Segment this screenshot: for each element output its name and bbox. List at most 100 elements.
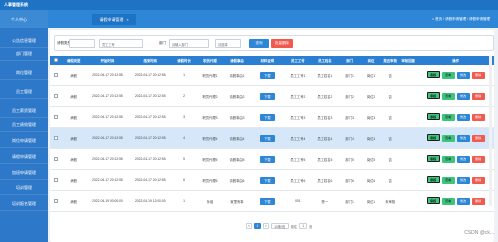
row-checkbox[interactable] (53, 156, 58, 161)
sidebar-item-post-apply[interactable]: 岗位申请管理 (0, 135, 48, 148)
sidebar-item-training[interactable]: 培训管理 (0, 182, 48, 195)
row-select-cell[interactable] (50, 85, 62, 107)
edit-button[interactable]: 修改 (456, 72, 470, 79)
view-button[interactable]: 查看 (441, 177, 455, 184)
cell-post: 岗位5 (360, 148, 382, 170)
row-select-cell[interactable] (50, 127, 62, 149)
sidebar-item-employee[interactable]: 员工管理 (0, 86, 48, 99)
select-all-checkbox[interactable] (53, 58, 58, 62)
delete-button[interactable]: 删除 (471, 156, 485, 163)
table-scrollbar[interactable] (489, 56, 492, 206)
sidebar-item-notice[interactable]: 公告信息管理 (0, 35, 48, 48)
content-panel: 请假类型 员工工号 部门 请输入部门 请选择 查询 批量删除 请假类型 开始时间… (50, 30, 494, 242)
home-icon[interactable]: ⌂ (432, 17, 434, 21)
sidebar-item-department[interactable]: 部门管理 (0, 48, 48, 61)
row-checkbox[interactable] (53, 198, 58, 203)
row-checkbox[interactable] (53, 135, 58, 140)
table-row[interactable]: 病假 2022-04-17 20:12:55 2022-04-17 20:12:55… (50, 85, 494, 107)
page-number[interactable]: 1 (253, 223, 261, 229)
view-button[interactable]: 查看 (441, 72, 455, 79)
batch-delete-button[interactable]: 批量删除 (271, 39, 293, 48)
search-button[interactable]: 查询 (249, 39, 269, 48)
sidebar-item-label: 员工绩效管理 (12, 122, 36, 127)
sidebar-item-performance[interactable]: 员工绩效管理 (0, 119, 48, 132)
emp-no-input[interactable]: 员工工号 (99, 39, 143, 48)
cell-type: 病假 (61, 85, 87, 107)
row-checkbox[interactable] (53, 177, 58, 182)
close-icon[interactable]: × (126, 17, 128, 22)
table-row[interactable]: 病假 2022-04-17 20:12:55 2022-04-17 20:12:55… (50, 65, 494, 86)
table-row[interactable]: 病假 2022-04-17 20:12:55 2022-04-17 20:12:55… (50, 106, 494, 128)
download-button[interactable]: 下载 (260, 92, 275, 100)
row-checkbox[interactable] (53, 72, 58, 77)
sidebar-head[interactable]: 个人中心 (0, 10, 48, 28)
next-page-button[interactable]: > (262, 223, 269, 229)
review-button[interactable]: 审核 (426, 92, 440, 99)
view-button[interactable]: 查看 (441, 93, 455, 100)
view-button[interactable]: 查看 (441, 135, 455, 142)
sidebar-item-label: 请假申请管理 (12, 154, 36, 159)
download-button[interactable]: 下载 (260, 113, 275, 121)
page-size-select[interactable]: 10条/页 (270, 223, 289, 229)
review-button[interactable]: 审核 (426, 113, 440, 120)
review-button[interactable]: 审核 (426, 71, 440, 78)
row-checkbox[interactable] (53, 93, 58, 98)
sidebar-item-post[interactable]: 岗位管理 (0, 67, 48, 80)
view-button[interactable]: 查看 (441, 114, 455, 121)
cell-emp-name: 员工姓名1 (311, 65, 339, 86)
delete-button[interactable]: 删除 (471, 177, 485, 184)
row-select-cell[interactable] (50, 106, 62, 128)
cell-audit: 否 (381, 65, 400, 86)
sidebar-item-overtime[interactable]: 加班申请管理 (0, 167, 48, 180)
goto-page-input[interactable]: 1 (299, 223, 308, 229)
cell-actions: 审核 查看 修改 删除 (417, 65, 494, 86)
review-button[interactable]: 审核 (426, 176, 440, 183)
download-button[interactable]: 下载 (260, 155, 275, 163)
review-button[interactable]: 审核 (426, 134, 440, 141)
delete-button[interactable]: 删除 (471, 198, 485, 205)
delete-button[interactable]: 删除 (471, 93, 485, 100)
prev-page-button[interactable]: < (246, 223, 252, 229)
review-button[interactable]: 审核 (426, 197, 440, 204)
table-row[interactable]: 病假 2022-04-19 00:00:00 2022-04-19 12:00:00… (50, 190, 494, 212)
download-button[interactable]: 下载 (260, 134, 275, 142)
dept-input[interactable]: 请输入部门 (169, 39, 209, 48)
cell-end: 2022-04-17 20:12:55 (128, 106, 172, 128)
table-row[interactable]: 病假 2022-04-17 20:12:55 2022-04-17 20:12:55… (50, 148, 494, 170)
row-select-cell[interactable] (50, 65, 62, 86)
col-header: 请假事由 (223, 56, 251, 65)
view-button[interactable]: 查看 (441, 198, 455, 205)
edit-button[interactable]: 修改 (456, 93, 470, 100)
sidebar-item-label: 岗位申请管理 (12, 138, 36, 143)
cell-hours: 4 (171, 127, 197, 149)
table-row[interactable]: 病假 2022-04-17 20:12:55 2022-04-17 20:12:55… (50, 169, 494, 191)
row-select-cell[interactable] (50, 190, 62, 212)
edit-button[interactable]: 修改 (456, 177, 470, 184)
row-select-cell[interactable] (50, 169, 62, 191)
edit-button[interactable]: 修改 (456, 114, 470, 121)
download-button[interactable]: 下载 (260, 197, 275, 205)
edit-button[interactable]: 修改 (456, 156, 470, 163)
row-select-cell[interactable] (50, 148, 62, 170)
edit-button[interactable]: 修改 (456, 135, 470, 142)
cell-end: 2022-04-17 20:12:55 (128, 127, 172, 149)
sidebar-item-leave[interactable]: 请假申请管理 (0, 151, 48, 164)
leave-type-select[interactable] (69, 39, 95, 48)
review-button[interactable]: 审核 (426, 155, 440, 162)
row-checkbox[interactable] (53, 114, 58, 119)
cell-audit: 否 (381, 85, 400, 107)
table-row[interactable]: 病假 2022-04-17 20:12:55 2022-04-17 20:12:55… (50, 127, 494, 149)
search-button-label: 查询 (255, 41, 263, 45)
sidebar-item-salary[interactable]: 员工薪资管理 (0, 105, 48, 118)
download-button[interactable]: 下载 (260, 176, 275, 184)
status-select[interactable]: 请选择 (215, 39, 241, 48)
sidebar-item-training-signup[interactable]: 培训报名管理 (0, 198, 48, 211)
delete-button[interactable]: 删除 (471, 114, 485, 121)
delete-button[interactable]: 删除 (471, 72, 485, 79)
view-button[interactable]: 查看 (441, 156, 455, 163)
delete-button[interactable]: 删除 (471, 135, 485, 142)
tab-leave[interactable]: 请假申请管理 × (92, 14, 136, 25)
col-select[interactable] (50, 56, 62, 65)
download-button[interactable]: 下载 (260, 71, 275, 79)
edit-button[interactable]: 修改 (456, 198, 470, 205)
